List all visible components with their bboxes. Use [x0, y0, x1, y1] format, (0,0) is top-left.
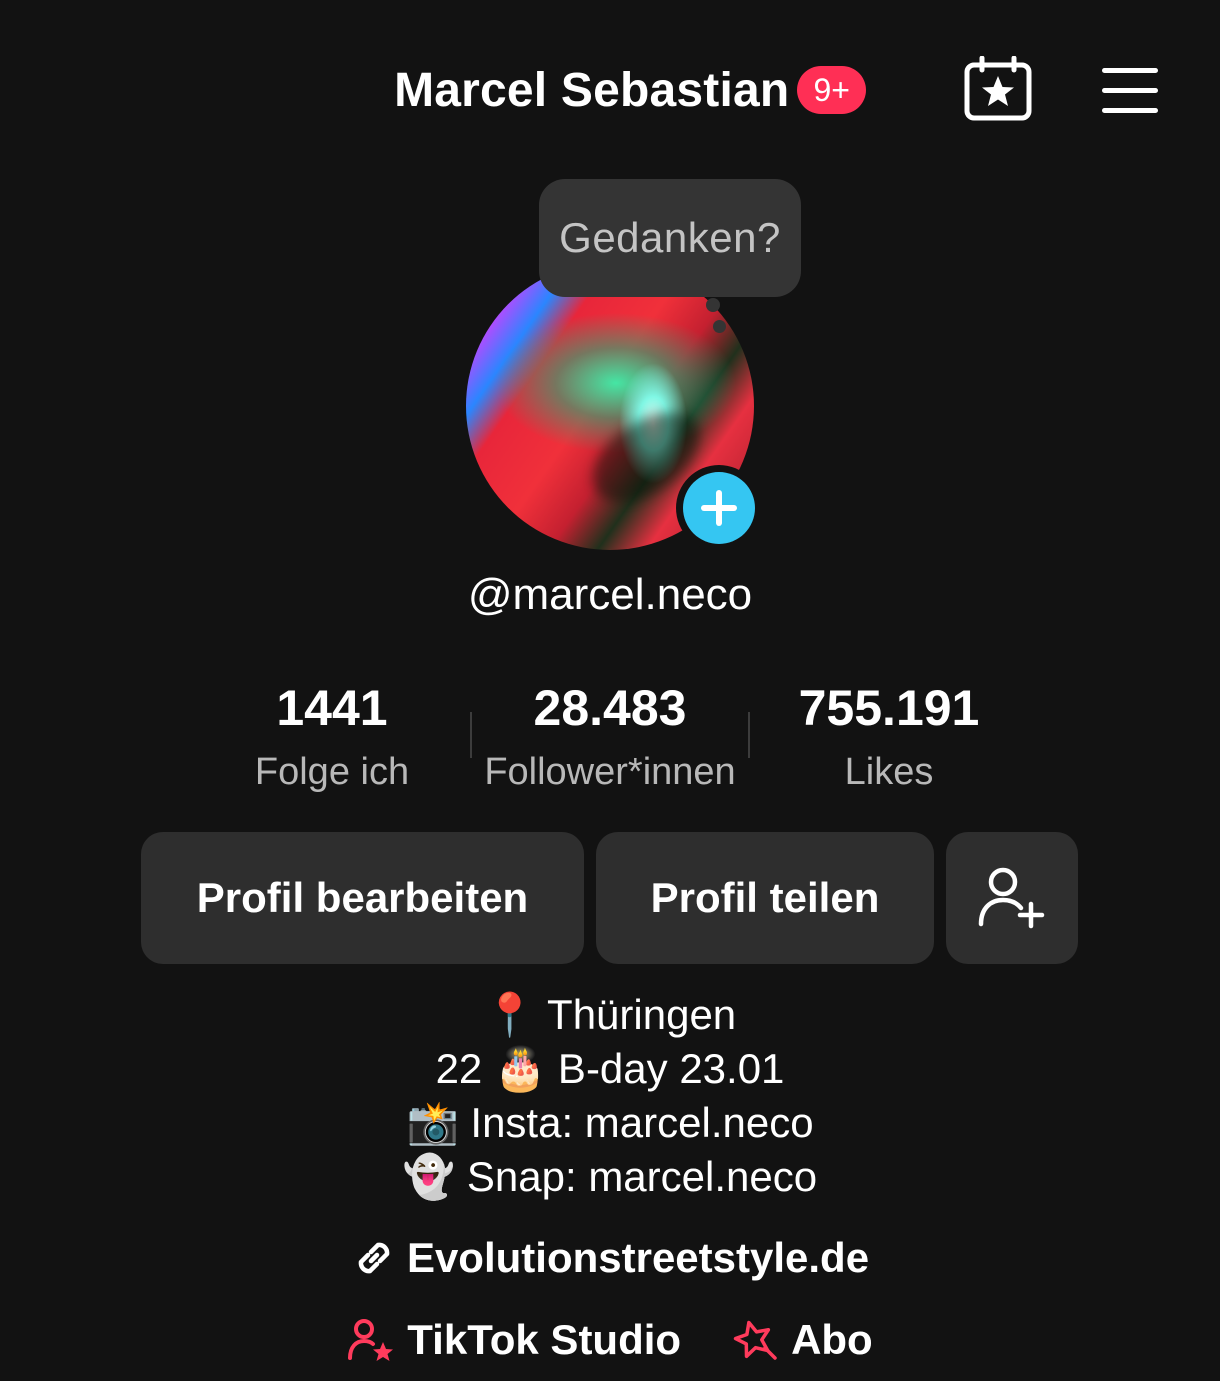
page-title[interactable]: Marcel Sebastian: [394, 63, 789, 118]
creator-star-icon: [348, 1319, 394, 1361]
hamburger-menu-icon: [1102, 68, 1158, 113]
add-story-circle: [683, 472, 755, 544]
stat-likes-value: 755.191: [798, 680, 980, 736]
thought-bubble-tail: [706, 298, 720, 312]
calendar-star-icon: [964, 55, 1032, 121]
calendar-button[interactable]: [962, 55, 1034, 122]
tiktok-studio-label: TikTok Studio: [407, 1316, 682, 1363]
stat-following-label: Folge ich: [254, 751, 410, 793]
bio-line-instagram: 📸 Insta: marcel.neco: [406, 1099, 814, 1146]
username: @marcel.neco: [467, 570, 753, 619]
creator-tools-row: TikTok Studio Abo: [0, 1312, 1220, 1368]
bio-line-snapchat: 👻 Snap: marcel.neco: [402, 1153, 818, 1200]
stat-followers-value: 28.483: [533, 680, 687, 736]
subscription-star-icon: [733, 1320, 777, 1360]
thought-bubble-placeholder: Gedanken?: [559, 214, 781, 261]
thought-bubble[interactable]: Gedanken?: [539, 179, 801, 297]
bio-line-location: 📍 Thüringen: [483, 991, 737, 1038]
bio: 📍 Thüringen 22 🎂 B-day 23.01 📸 Insta: ma…: [0, 988, 1220, 1204]
tiktok-studio-link[interactable]: TikTok Studio: [347, 1316, 681, 1364]
stat-likes-label: Likes: [844, 751, 934, 793]
thought-bubble-tail-dot: [713, 320, 726, 333]
add-story-button[interactable]: [676, 465, 762, 551]
stat-divider: [748, 712, 750, 758]
profile-link-text[interactable]: Evolutionstreetstyle.de: [407, 1234, 869, 1282]
notification-badge: 9+: [797, 66, 866, 114]
stat-following-value: 1441: [276, 680, 388, 736]
profile-link[interactable]: Evolutionstreetstyle.de: [0, 1230, 1220, 1286]
stat-followers[interactable]: 28.483 Follower*innen: [470, 676, 750, 802]
share-profile-button[interactable]: Profil teilen: [596, 832, 934, 964]
header-title-row: Marcel Sebastian 9+: [0, 58, 1220, 122]
stat-likes[interactable]: 755.191 Likes: [770, 676, 1008, 802]
bio-line-birthday: 22 🎂 B-day 23.01: [435, 1045, 785, 1092]
add-friend-button[interactable]: [946, 832, 1078, 964]
edit-profile-button[interactable]: Profil bearbeiten: [141, 832, 584, 964]
stat-following[interactable]: 1441 Folge ich: [222, 676, 442, 802]
stat-followers-label: Follower*innen: [484, 751, 736, 793]
menu-button[interactable]: [1098, 64, 1162, 118]
link-icon: [358, 1242, 390, 1274]
add-friend-icon: [978, 867, 1045, 929]
abo-label: Abo: [791, 1316, 873, 1363]
plus-icon: [701, 490, 737, 526]
abo-link[interactable]: Abo: [731, 1316, 873, 1364]
